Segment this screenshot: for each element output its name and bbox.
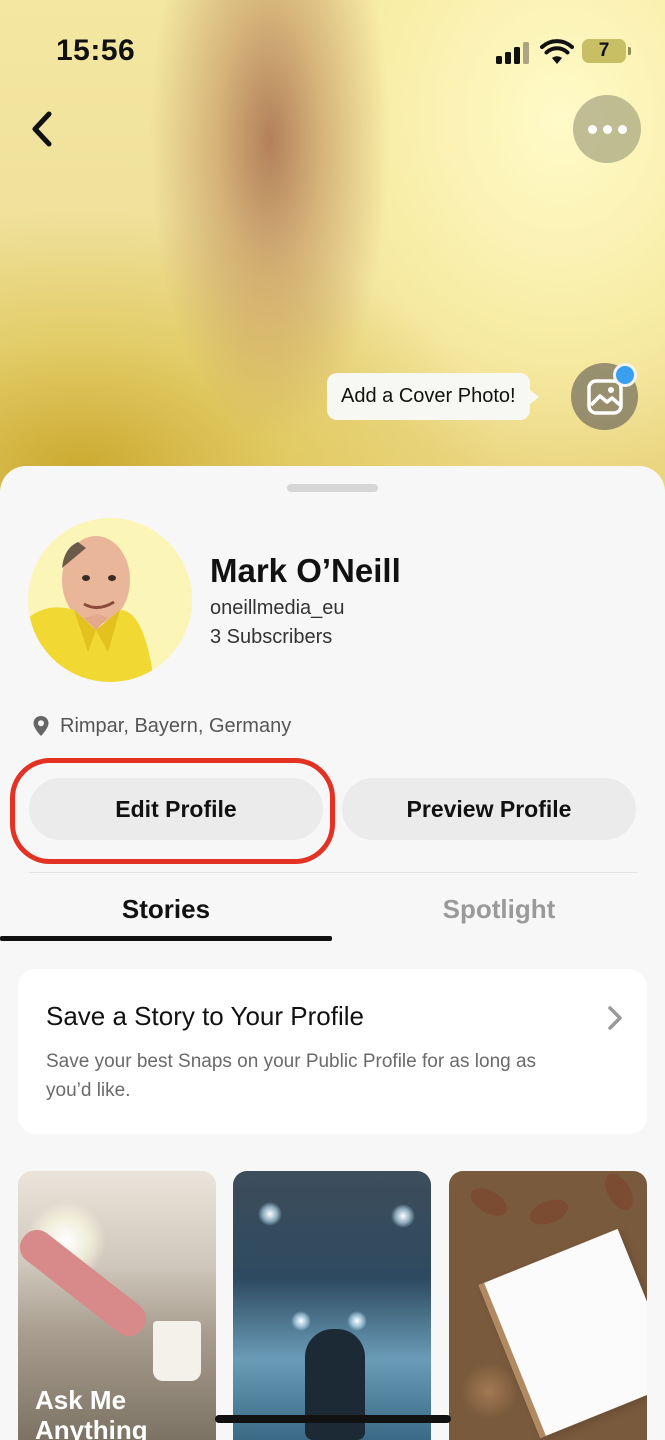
profile-name: Mark O’Neill (210, 552, 401, 589)
profile-sheet: Mark O’Neill oneillmedia_eu 3 Subscriber… (0, 466, 665, 1440)
preview-profile-button[interactable]: Preview Profile (342, 778, 636, 840)
chevron-left-icon (32, 111, 52, 147)
tab-stories[interactable]: Stories (0, 894, 332, 925)
status-bar: 15:56 7 (0, 30, 665, 74)
sheet-grabber[interactable] (287, 484, 378, 492)
divider (29, 872, 637, 873)
cover-photo-area (0, 0, 665, 520)
ellipsis-icon (587, 124, 597, 134)
save-story-description: Save your best Snaps on your Public Prof… (46, 1051, 537, 1101)
story-tile[interactable] (233, 1171, 431, 1440)
add-cover-photo-tooltip[interactable]: Add a Cover Photo! (327, 373, 539, 420)
edit-profile-highlight (10, 758, 335, 864)
status-time: 15:56 (56, 34, 136, 67)
wifi-icon (540, 38, 574, 71)
save-story-title: Save a Story to Your Profile (46, 1001, 364, 1031)
chevron-right-icon (608, 1006, 622, 1030)
active-tab-indicator (0, 936, 332, 941)
story-tile[interactable] (449, 1171, 647, 1440)
preview-profile-label: Preview Profile (406, 795, 572, 822)
home-indicator (215, 1415, 451, 1423)
battery-icon: 7 (582, 39, 631, 63)
location-text: Rimpar, Bayern, Germany (60, 714, 292, 737)
location-row: Rimpar, Bayern, Germany (32, 714, 291, 738)
story-tile-label: Ask Me Anything (35, 1385, 148, 1440)
avatar[interactable] (28, 518, 192, 682)
subscriber-count[interactable]: 3 Subscribers (210, 626, 332, 649)
tab-spotlight[interactable]: Spotlight (333, 894, 665, 925)
map-pin-icon (33, 716, 49, 736)
battery-level: 7 (598, 40, 610, 61)
cellular-signal-icon (496, 42, 532, 64)
story-tile[interactable]: Ask Me Anything (18, 1171, 216, 1440)
more-options-button[interactable] (573, 95, 641, 163)
profile-username: oneillmedia_eu (210, 597, 345, 619)
save-story-card[interactable]: Save a Story to Your Profile Save your b… (18, 969, 647, 1134)
cover-tip-text: Add a Cover Photo! (341, 385, 516, 407)
back-button[interactable] (22, 106, 62, 152)
notification-dot (613, 363, 637, 387)
